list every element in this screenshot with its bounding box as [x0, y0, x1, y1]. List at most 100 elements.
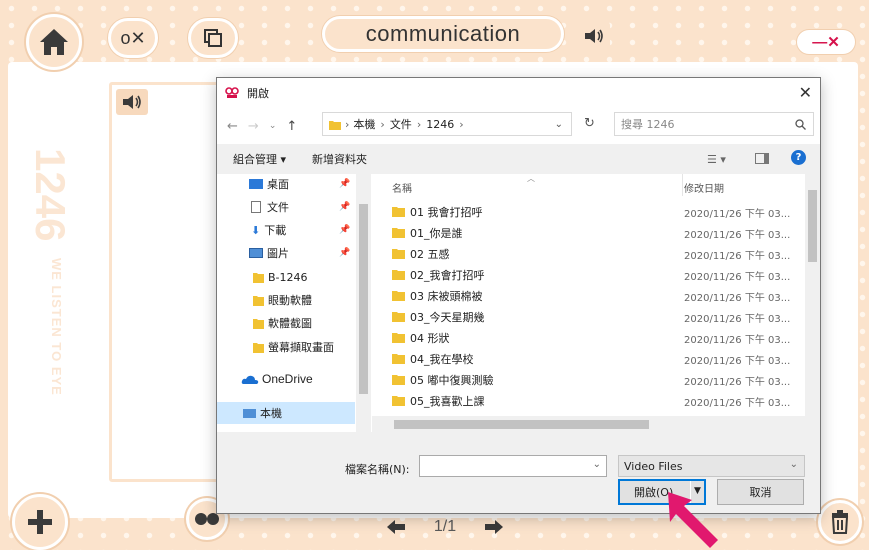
file-horizontal-scrollbar[interactable] [372, 416, 820, 432]
nav-item-downloads[interactable]: ⬇ 下載 📌 [249, 220, 350, 240]
file-date: 2020/11/26 下午 03... [684, 292, 791, 304]
pin-icon: 📌 [339, 179, 351, 189]
file-row[interactable]: 03_今天星期幾 2020/11/26 下午 03... [392, 307, 802, 327]
pointer-arrow-icon [668, 492, 718, 548]
cancel-button[interactable]: 取消 [717, 479, 804, 505]
nav-scrollbar[interactable] [356, 174, 371, 432]
nav-item-documents[interactable]: 文件 📌 [249, 197, 350, 217]
search-input[interactable]: 搜尋 1246 [614, 112, 814, 136]
page-title: communication [365, 21, 521, 46]
recent-dropdown-icon[interactable]: ⌄ [269, 121, 277, 131]
view-options-icon[interactable]: ☰ ▾ [707, 153, 726, 166]
filetype-value: Video Files [624, 459, 683, 473]
column-divider[interactable] [682, 174, 683, 196]
file-row[interactable]: 02 五感 2020/11/26 下午 03... [392, 244, 802, 264]
chevron-down-icon[interactable]: ⌄ [593, 459, 601, 470]
nav-item-folder[interactable]: 眼動軟體 [253, 290, 312, 310]
home-button[interactable] [26, 14, 82, 70]
search-icon [795, 119, 806, 130]
nav-item-this-pc[interactable]: 本機 [243, 403, 282, 423]
file-name: 03_今天星期幾 [410, 311, 485, 324]
refresh-icon[interactable]: ↻ [584, 116, 595, 131]
nav-item-label: 眼動軟體 [268, 294, 312, 307]
arrow-right-icon[interactable] [483, 518, 505, 536]
file-name: 02 五感 [410, 248, 450, 261]
scroll-thumb[interactable] [359, 204, 368, 394]
nav-item-folder[interactable]: B-1246 [253, 267, 308, 287]
breadcrumb-item[interactable]: 1246 [426, 118, 454, 131]
title-pill: communication [322, 16, 564, 52]
organize-button[interactable]: 組合管理 ▾ [233, 151, 286, 167]
add-button[interactable] [12, 494, 68, 550]
filetype-select[interactable]: Video Files ⌄ [618, 455, 805, 477]
file-name: 02_我會打招呼 [410, 269, 485, 282]
copy-icon [204, 29, 222, 47]
address-bar[interactable]: › 本機 › 文件 › 1246 › ⌄ [322, 112, 572, 136]
folder-icon [392, 312, 405, 322]
close-icon[interactable]: ✕ [799, 83, 812, 102]
scroll-thumb[interactable] [394, 420, 649, 429]
nav-selection-highlight [217, 402, 355, 424]
dialog-title: 開啟 [247, 87, 269, 100]
file-row[interactable]: 01_你是誰 2020/11/26 下午 03... [392, 223, 802, 243]
file-row[interactable]: 05 嘟中復興測驗 2020/11/26 下午 03... [392, 370, 802, 390]
document-icon [251, 201, 261, 213]
new-folder-button[interactable]: 新增資料夾 [312, 151, 367, 167]
column-header-date[interactable]: 修改日期 [684, 180, 724, 195]
nav-item-label: 桌面 [267, 178, 289, 191]
up-icon[interactable]: ↑ [286, 119, 297, 134]
file-row[interactable]: 05_我喜歡上課 2020/11/26 下午 03... [392, 391, 802, 411]
delete-button[interactable] [818, 500, 862, 544]
nav-item-label: 下載 [264, 224, 287, 237]
navigation-pane: 桌面 📌 文件 📌 ⬇ 下載 📌 圖片 📌 B-1246 眼動軟體 軟體截圖 螢… [217, 174, 372, 432]
file-open-dialog: 開啟 ✕ ← → ⌄ ↑ › 本機 › 文件 › 1246 › ⌄ ↻ 搜尋 1… [216, 77, 821, 514]
ox-button[interactable]: o✕ [108, 18, 158, 58]
file-row[interactable]: 02_我會打招呼 2020/11/26 下午 03... [392, 265, 802, 285]
file-date: 2020/11/26 下午 03... [684, 229, 791, 241]
folder-icon [392, 228, 405, 238]
nav-item-onedrive[interactable]: OneDrive [241, 369, 313, 389]
brand-slogan: WE LISTEN TO EYE [49, 258, 64, 396]
page-indicator: 1/1 [433, 518, 457, 535]
folder-icon [253, 273, 264, 283]
file-row[interactable]: 04 形狀 2020/11/26 下午 03... [392, 328, 802, 348]
nav-item-folder[interactable]: 軟體截圖 [253, 313, 312, 333]
close-app-button[interactable]: —✕ [797, 30, 855, 54]
column-header-name[interactable]: 名稱 [392, 180, 412, 195]
copy-button[interactable] [188, 18, 238, 58]
file-row[interactable]: 03 床被頭棉被 2020/11/26 下午 03... [392, 286, 802, 306]
pin-icon: 📌 [339, 202, 351, 212]
breadcrumb-item[interactable]: 本機 [353, 116, 375, 132]
file-date: 2020/11/26 下午 03... [684, 208, 791, 220]
back-icon[interactable]: ← [227, 119, 238, 134]
card-speaker-button[interactable] [116, 89, 148, 115]
arrow-left-icon[interactable] [385, 518, 407, 536]
title-speaker-button[interactable] [578, 22, 610, 50]
file-row[interactable]: 01 我會打招呼 2020/11/26 下午 03... [392, 202, 802, 222]
forward-icon[interactable]: → [248, 119, 259, 134]
file-list-pane: 名稱 ︿ 修改日期 01 我會打招呼 2020/11/26 下午 03... 0… [372, 174, 820, 432]
breadcrumb-item[interactable]: 文件 [390, 116, 412, 132]
card-number: 1246 [27, 148, 74, 242]
trash-icon [831, 510, 849, 534]
nav-item-desktop[interactable]: 桌面 📌 [249, 174, 350, 194]
file-name: 04_我在學校 [410, 353, 474, 366]
nav-item-folder[interactable]: 螢幕擷取畫面 [253, 337, 334, 357]
search-placeholder: 搜尋 1246 [621, 118, 675, 131]
home-icon [40, 29, 68, 55]
file-date: 2020/11/26 下午 03... [684, 376, 791, 388]
help-icon[interactable]: ? [791, 150, 806, 165]
pictures-icon [249, 248, 263, 258]
file-date: 2020/11/26 下午 03... [684, 250, 791, 262]
file-date: 2020/11/26 下午 03... [684, 271, 791, 283]
preview-pane-icon[interactable] [755, 153, 769, 164]
file-vertical-scrollbar[interactable] [805, 174, 820, 416]
file-row[interactable]: 04_我在學校 2020/11/26 下午 03... [392, 349, 802, 369]
filename-field[interactable]: ⌄ [419, 455, 607, 477]
nav-item-label: OneDrive [262, 372, 313, 386]
nav-item-label: 圖片 [267, 247, 289, 260]
address-dropdown-icon[interactable]: ⌄ [555, 119, 563, 130]
folder-icon [392, 333, 405, 343]
nav-item-pictures[interactable]: 圖片 📌 [249, 243, 350, 263]
scroll-thumb[interactable] [808, 190, 817, 262]
